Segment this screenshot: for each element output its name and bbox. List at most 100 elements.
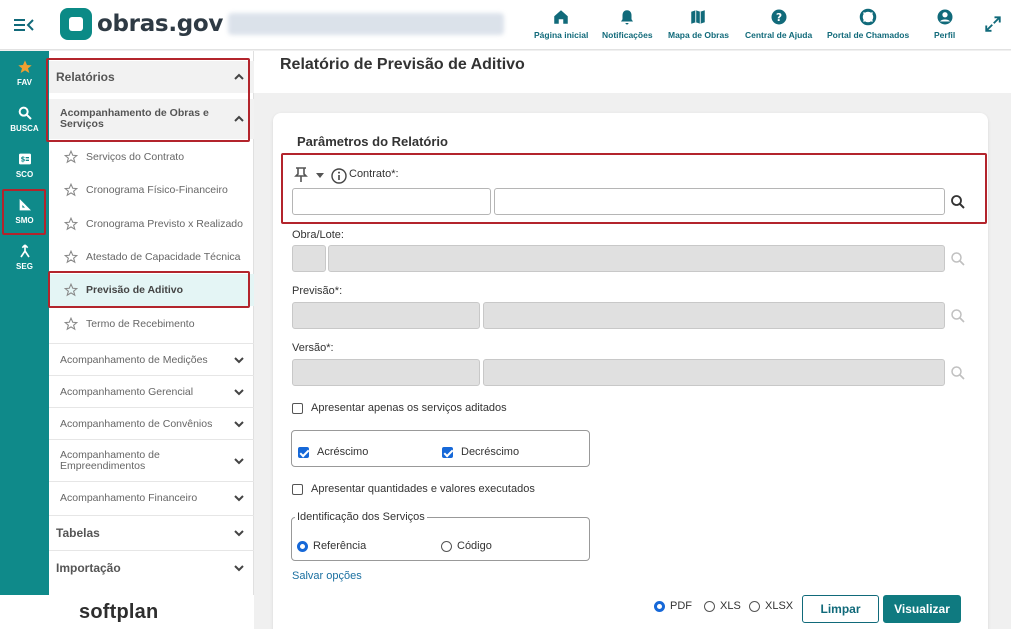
rail-label: FAV xyxy=(17,78,32,87)
rail-item-seg[interactable]: SEG xyxy=(0,243,49,271)
sidebar-group-acompanhamento-obras[interactable]: Acompanhamento de Obras e Serviços xyxy=(49,99,254,139)
sidebar-group-gerencial[interactable]: Acompanhamento Gerencial xyxy=(49,377,254,407)
quantidades-checkbox[interactable]: Apresentar quantidades e valores executa… xyxy=(292,483,535,495)
checkbox-checked[interactable] xyxy=(298,446,309,458)
rail-label: SMO xyxy=(15,216,34,225)
chevron-down-icon xyxy=(234,357,244,364)
apenas-aditados-checkbox[interactable]: Apresentar apenas os serviços aditados xyxy=(292,402,507,414)
star-outline-icon[interactable] xyxy=(64,183,78,197)
merge-icon xyxy=(19,244,30,258)
nav-notificacoes[interactable]: Notificações xyxy=(602,8,653,40)
star-outline-icon[interactable] xyxy=(64,283,78,297)
checkbox[interactable] xyxy=(292,402,303,414)
visualizar-button[interactable]: Visualizar xyxy=(883,595,961,623)
codigo-radio[interactable]: Código xyxy=(441,540,492,552)
rail-item-smo[interactable]: SMO xyxy=(0,197,49,225)
star-outline-icon[interactable] xyxy=(64,217,78,231)
chevron-down-icon xyxy=(234,389,244,396)
sidebar-section-importacao[interactable]: Importação xyxy=(49,552,254,584)
expand-icon[interactable] xyxy=(984,15,1002,33)
sidebar-section-relatorios[interactable]: Relatórios xyxy=(49,61,254,93)
search-icon[interactable] xyxy=(949,193,967,211)
contrato-description-input[interactable] xyxy=(494,188,945,215)
versao-label: Versão*: xyxy=(292,342,334,354)
checkbox-checked[interactable] xyxy=(442,446,453,458)
logo-text: obras.gov xyxy=(97,11,224,37)
star-outline-icon[interactable] xyxy=(64,150,78,164)
svg-text:?: ? xyxy=(776,12,782,24)
radio-selected[interactable] xyxy=(654,600,665,612)
identificacao-servicos-group xyxy=(291,517,590,561)
nav-perfil[interactable]: Perfil xyxy=(934,8,955,40)
contrato-code-input[interactable] xyxy=(292,188,491,215)
radio[interactable] xyxy=(441,540,452,552)
item-label: Previsão de Aditivo xyxy=(86,284,184,296)
group-label: Acompanhamento de Empreendimentos xyxy=(60,449,160,472)
format-xls-radio[interactable]: XLS xyxy=(704,600,741,612)
sidebar-item-termo-recebimento[interactable]: Termo de Recebimento xyxy=(49,309,254,339)
nav-pagina-inicial[interactable]: Página inicial xyxy=(534,8,588,40)
referencia-radio[interactable]: Referência xyxy=(297,540,366,552)
decrescimo-checkbox[interactable]: Decréscimo xyxy=(442,446,519,458)
sidebar-section-tabelas[interactable]: Tabelas xyxy=(49,517,254,549)
sidebar-group-empreendimentos[interactable]: Acompanhamento de Empreendimentos xyxy=(49,441,254,481)
nav-label: Portal de Chamados xyxy=(827,30,910,40)
format-pdf-radio[interactable]: PDF xyxy=(654,600,692,612)
previsao-description-input xyxy=(483,302,945,329)
sidebar-item-cronograma-previsto-realizado[interactable]: Cronograma Previsto x Realizado xyxy=(49,209,254,239)
search-icon xyxy=(951,252,965,266)
rail-item-busca[interactable]: BUSCA xyxy=(0,105,49,133)
star-outline-icon[interactable] xyxy=(64,317,78,331)
sidebar-group-medicoes[interactable]: Acompanhamento de Medições xyxy=(49,345,254,375)
user-icon xyxy=(937,9,953,25)
sidebar-item-atestado-capacidade[interactable]: Atestado de Capacidade Técnica xyxy=(49,242,254,272)
sidebar-group-convenios[interactable]: Acompanhamento de Convênios xyxy=(49,409,254,439)
item-label: Termo de Recebimento xyxy=(86,318,195,330)
star-outline-icon[interactable] xyxy=(64,250,78,264)
item-label: Cronograma Físico-Financeiro xyxy=(86,184,228,196)
rail-label: SEG xyxy=(16,262,33,271)
ruler-triangle-icon xyxy=(19,199,31,211)
chevron-down-icon xyxy=(234,421,244,428)
nav-label: Perfil xyxy=(934,30,956,40)
group-label: Acompanhamento de Medições xyxy=(60,353,208,366)
nav-label: Central de Ajuda xyxy=(745,30,813,40)
sidebar-item-cronograma-fisico-financeiro[interactable]: Cronograma Físico-Financeiro xyxy=(49,175,254,205)
previsao-label: Previsão*: xyxy=(292,285,343,297)
divider xyxy=(49,375,254,376)
format-label: XLSX xyxy=(765,600,794,612)
checkbox-label: Apresentar apenas os serviços aditados xyxy=(311,402,507,414)
help-icon: ? xyxy=(771,9,787,25)
format-label: XLS xyxy=(720,600,741,612)
nav-mapa-de-obras[interactable]: Mapa de Obras xyxy=(668,8,729,40)
nav-central-de-ajuda[interactable]: ? Central de Ajuda xyxy=(745,8,812,40)
contrato-label: Contrato*: xyxy=(349,168,399,180)
rail-item-fav[interactable]: FAV xyxy=(0,59,49,87)
page-title: Relatório de Previsão de Aditivo xyxy=(280,56,525,73)
checkbox[interactable] xyxy=(292,483,303,495)
pin-icon[interactable] xyxy=(294,167,308,183)
sidebar-item-servicos-contrato[interactable]: Serviços do Contrato xyxy=(49,142,254,172)
radio[interactable] xyxy=(749,600,760,612)
divider xyxy=(49,481,254,482)
sidebar-group-financeiro[interactable]: Acompanhamento Financeiro xyxy=(49,483,254,513)
radio[interactable] xyxy=(704,600,715,612)
search-icon xyxy=(951,366,965,380)
logo[interactable]: obras.gov xyxy=(60,6,223,42)
group-legend: Identificação dos Serviços xyxy=(295,511,427,523)
chevron-up-icon xyxy=(234,115,244,122)
item-label: Atestado de Capacidade Técnica xyxy=(86,251,241,263)
rail-item-sco[interactable]: $ SCO xyxy=(0,151,49,179)
sidebar-item-previsao-aditivo[interactable]: Previsão de Aditivo xyxy=(49,274,254,306)
salvar-opcoes-link[interactable]: Salvar opções xyxy=(292,570,362,582)
format-xlsx-radio[interactable]: XLSX xyxy=(749,600,793,612)
divider xyxy=(49,515,254,516)
info-icon[interactable] xyxy=(331,168,347,184)
rail-label: BUSCA xyxy=(10,124,39,133)
limpar-button[interactable]: Limpar xyxy=(802,595,879,623)
caret-down-icon[interactable] xyxy=(316,173,324,179)
nav-portal-de-chamados[interactable]: Portal de Chamados xyxy=(827,8,909,40)
acrescimo-checkbox[interactable]: Acréscimo xyxy=(298,446,368,458)
menu-collapse-icon[interactable] xyxy=(14,17,34,33)
radio-selected[interactable] xyxy=(297,540,308,552)
